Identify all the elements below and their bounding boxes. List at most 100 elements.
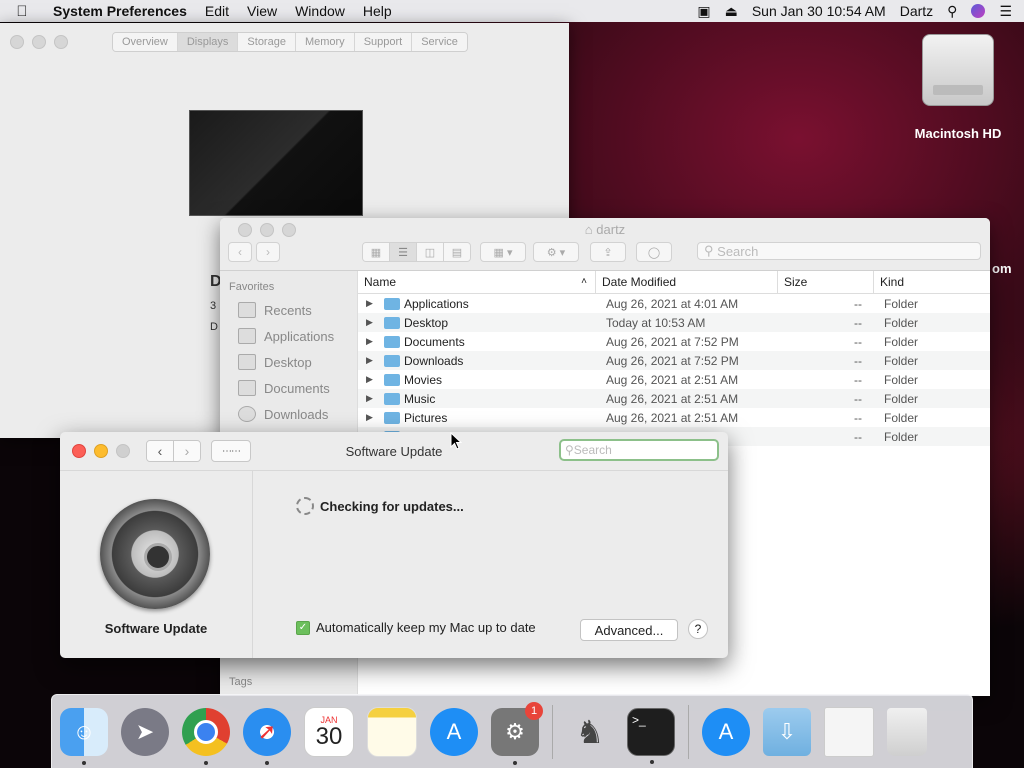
close-button-inactive[interactable]: [10, 35, 24, 49]
row-size: --: [854, 353, 862, 368]
help-button[interactable]: ?: [688, 619, 708, 639]
disclosure-triangle-icon[interactable]: ▶: [366, 374, 380, 385]
row-kind: Folder: [884, 391, 919, 406]
sidebar-item-label: Downloads: [264, 406, 329, 422]
disclosure-triangle-icon[interactable]: ▶: [366, 355, 380, 366]
safari-icon[interactable]: ➚: [243, 707, 291, 765]
preferences-search-field[interactable]: ⚲ Search: [559, 439, 719, 461]
update-status-text: Checking for updates...: [320, 498, 464, 514]
tab-overview[interactable]: Overview: [113, 33, 178, 51]
gallery-view-button[interactable]: ▤: [444, 243, 470, 261]
disclosure-triangle-icon[interactable]: ▶: [366, 336, 380, 347]
tab-storage[interactable]: Storage: [238, 33, 296, 51]
sidebar-item-label: Applications: [264, 328, 335, 344]
dock-separator: [688, 704, 689, 759]
display-mirroring-icon[interactable]: ▣: [697, 3, 710, 20]
calendar-icon[interactable]: JAN 30: [304, 706, 354, 757]
sidebar-item-applications[interactable]: Applications: [220, 323, 357, 349]
row-name: Pictures: [404, 410, 448, 425]
advanced-button[interactable]: Advanced...: [580, 619, 678, 641]
sidebar-favorites-header: Favorites: [229, 281, 275, 293]
list-view-button[interactable]: ☰: [390, 243, 417, 261]
finder-icon[interactable]: ☺: [60, 707, 108, 765]
sidebar-item-recents[interactable]: Recents: [220, 297, 357, 323]
row-date: Aug 26, 2021 at 2:51 AM: [606, 372, 739, 387]
menu-edit[interactable]: Edit: [196, 3, 238, 19]
chrome-icon[interactable]: [182, 707, 230, 765]
close-button[interactable]: [72, 444, 86, 458]
column-header-date[interactable]: Date Modified: [596, 271, 778, 293]
sidebar-item-label: Documents: [264, 380, 330, 396]
auto-update-checkbox[interactable]: ✓: [296, 620, 310, 635]
table-row[interactable]: ▶ Downloads Aug 26, 2021 at 7:52 PM -- Folde…: [358, 351, 990, 370]
zoom-button[interactable]: [116, 444, 130, 458]
auto-update-option[interactable]: ✓ Automatically keep my Mac up to date: [296, 620, 536, 635]
zoom-button-inactive[interactable]: [54, 35, 68, 49]
group-by-button[interactable]: ▦ ▾: [480, 242, 526, 262]
menu-window[interactable]: Window: [286, 3, 354, 19]
finder-search-field[interactable]: ⚲ Search: [697, 242, 981, 260]
disclosure-triangle-icon[interactable]: ▶: [366, 412, 380, 423]
app-store-icon[interactable]: A: [430, 707, 478, 756]
chess-icon[interactable]: ♞: [566, 708, 614, 756]
share-button[interactable]: ⇪: [590, 242, 626, 262]
notification-center-icon[interactable]: ☰: [999, 3, 1012, 20]
trash-icon[interactable]: [887, 707, 927, 756]
disclosure-triangle-icon[interactable]: ▶: [366, 317, 380, 328]
menu-app-name[interactable]: System Preferences: [44, 3, 196, 19]
macintosh-hd-desktop-icon[interactable]: Macintosh HD: [908, 34, 1008, 141]
menubar-clock[interactable]: Sun Jan 30 10:54 AM: [752, 3, 886, 19]
column-name-label: Name: [364, 275, 397, 289]
table-row[interactable]: ▶ Applications Aug 26, 2021 at 4:01 AM -- Fo…: [358, 294, 990, 313]
sidebar-item-documents[interactable]: Documents: [220, 375, 357, 401]
terminal-icon[interactable]: >_: [627, 707, 675, 764]
table-row[interactable]: ▶ Movies Aug 26, 2021 at 2:51 AM -- Folder: [358, 370, 990, 389]
notes-icon[interactable]: [367, 706, 417, 757]
sidebar-item-desktop[interactable]: Desktop: [220, 349, 357, 375]
running-indicator: [204, 760, 208, 765]
column-header-kind[interactable]: Kind: [874, 271, 990, 293]
table-row[interactable]: ▶ Pictures Aug 26, 2021 at 2:51 AM -- Folder: [358, 408, 990, 427]
forward-icon[interactable]: ›: [174, 441, 200, 461]
menubar-user[interactable]: Dartz: [900, 3, 933, 19]
row-kind: Folder: [884, 315, 919, 330]
downloads-folder-icon[interactable]: ⇩: [763, 707, 811, 756]
row-kind: Folder: [884, 429, 919, 444]
column-view-button[interactable]: ◫: [417, 243, 444, 261]
sidebar-item-downloads[interactable]: Downloads: [220, 401, 357, 427]
row-kind: Folder: [884, 296, 919, 311]
disclosure-triangle-icon[interactable]: ▶: [366, 393, 380, 404]
system-preferences-icon[interactable]: ⚙ 1: [491, 701, 543, 765]
apple-menu-icon[interactable]: : [0, 3, 44, 20]
tab-support[interactable]: Support: [354, 33, 413, 51]
tab-memory[interactable]: Memory: [295, 33, 355, 51]
table-row[interactable]: ▶ Music Aug 26, 2021 at 2:51 AM -- Folder: [358, 389, 990, 408]
siri-icon[interactable]: [971, 4, 986, 18]
table-row[interactable]: ▶ Desktop Today at 10:53 AM -- Folder: [358, 313, 990, 332]
table-row[interactable]: ▶ Documents Aug 26, 2021 at 7:52 PM -- Folde…: [358, 332, 990, 351]
eject-icon[interactable]: ⏏: [725, 3, 738, 20]
tags-button[interactable]: ◯: [636, 242, 672, 262]
dock-separator: [552, 704, 553, 759]
minimize-button[interactable]: [94, 444, 108, 458]
back-button[interactable]: ‹: [228, 242, 252, 262]
column-header-name[interactable]: Name ˄: [358, 271, 596, 293]
tab-displays[interactable]: Displays: [177, 33, 239, 51]
menu-view[interactable]: View: [238, 3, 286, 19]
documents-icon: [238, 380, 256, 396]
menu-help[interactable]: Help: [354, 3, 401, 19]
minimize-button-inactive[interactable]: [32, 35, 46, 49]
chrome-document-icon[interactable]: [824, 706, 874, 757]
action-gear-button[interactable]: ⚙ ▾: [533, 242, 579, 262]
back-icon[interactable]: ‹: [147, 441, 174, 461]
tab-service[interactable]: Service: [412, 33, 467, 51]
forward-button[interactable]: ›: [256, 242, 280, 262]
update-status: Checking for updates...: [296, 497, 464, 515]
disclosure-triangle-icon[interactable]: ▶: [366, 298, 380, 309]
icon-view-button[interactable]: ▦: [363, 243, 390, 261]
column-header-size[interactable]: Size: [778, 271, 874, 293]
launchpad-icon[interactable]: ➤: [121, 707, 169, 756]
show-all-grid-button[interactable]: ⋯⋯: [211, 440, 251, 462]
spotlight-search-icon[interactable]: ⚲: [947, 3, 957, 20]
app-store-folder-icon[interactable]: A: [702, 707, 750, 756]
